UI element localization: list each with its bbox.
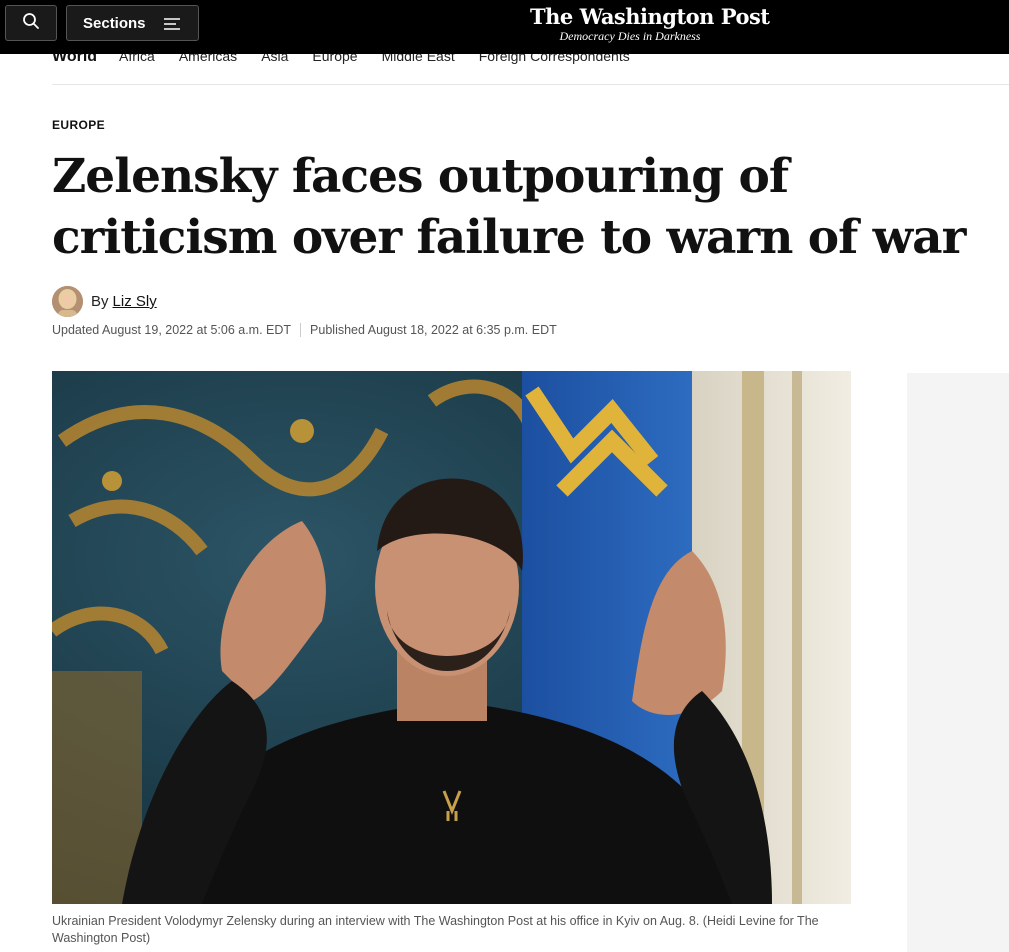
search-button[interactable] <box>5 5 57 41</box>
subnav-item-americas[interactable]: Americas <box>179 54 237 64</box>
subnav-item-middle-east[interactable]: Middle East <box>382 54 455 64</box>
subnav-item-asia[interactable]: Asia <box>261 54 288 64</box>
site-tagline: Democracy Dies in Darkness <box>559 29 701 43</box>
by-label: By <box>91 293 109 310</box>
published-date: Published August 18, 2022 at 6:35 p.m. E… <box>310 323 557 337</box>
top-bar: Sections The Washington Post Democracy D… <box>0 0 1009 54</box>
photo-caption: Ukrainian President Volodymyr Zelensky d… <box>52 914 819 945</box>
byline: By Liz Sly <box>52 286 157 317</box>
subnav-title-world[interactable]: World <box>52 54 97 66</box>
subnav-divider <box>52 84 1009 85</box>
section-subnav: World Africa Americas Asia Europe Middle… <box>0 54 1009 85</box>
ad-placeholder <box>907 373 1009 952</box>
author-link[interactable]: Liz Sly <box>113 293 157 310</box>
article-dates: Updated August 19, 2022 at 5:06 a.m. EDT… <box>52 323 557 337</box>
site-logo: The Washington Post <box>530 4 770 29</box>
hamburger-icon <box>164 17 180 35</box>
article-kicker[interactable]: EUROPE <box>52 118 105 132</box>
author-avatar[interactable] <box>52 286 83 317</box>
subnav-item-europe[interactable]: Europe <box>312 54 357 64</box>
masthead-logo-link[interactable]: The Washington Post Democracy Dies in Da… <box>530 3 770 43</box>
lead-photo <box>52 371 851 904</box>
subnav-item-africa[interactable]: Africa <box>119 54 155 64</box>
sections-button[interactable]: Sections <box>66 5 199 41</box>
article-headline: Zelensky faces outpouring of criticism o… <box>52 149 966 265</box>
search-icon <box>22 12 40 35</box>
subnav-item-foreign-correspondents[interactable]: Foreign Correspondents <box>479 54 630 64</box>
date-separator <box>300 323 302 337</box>
updated-date: Updated August 19, 2022 at 5:06 a.m. EDT <box>52 323 292 337</box>
sections-label: Sections <box>83 14 146 32</box>
